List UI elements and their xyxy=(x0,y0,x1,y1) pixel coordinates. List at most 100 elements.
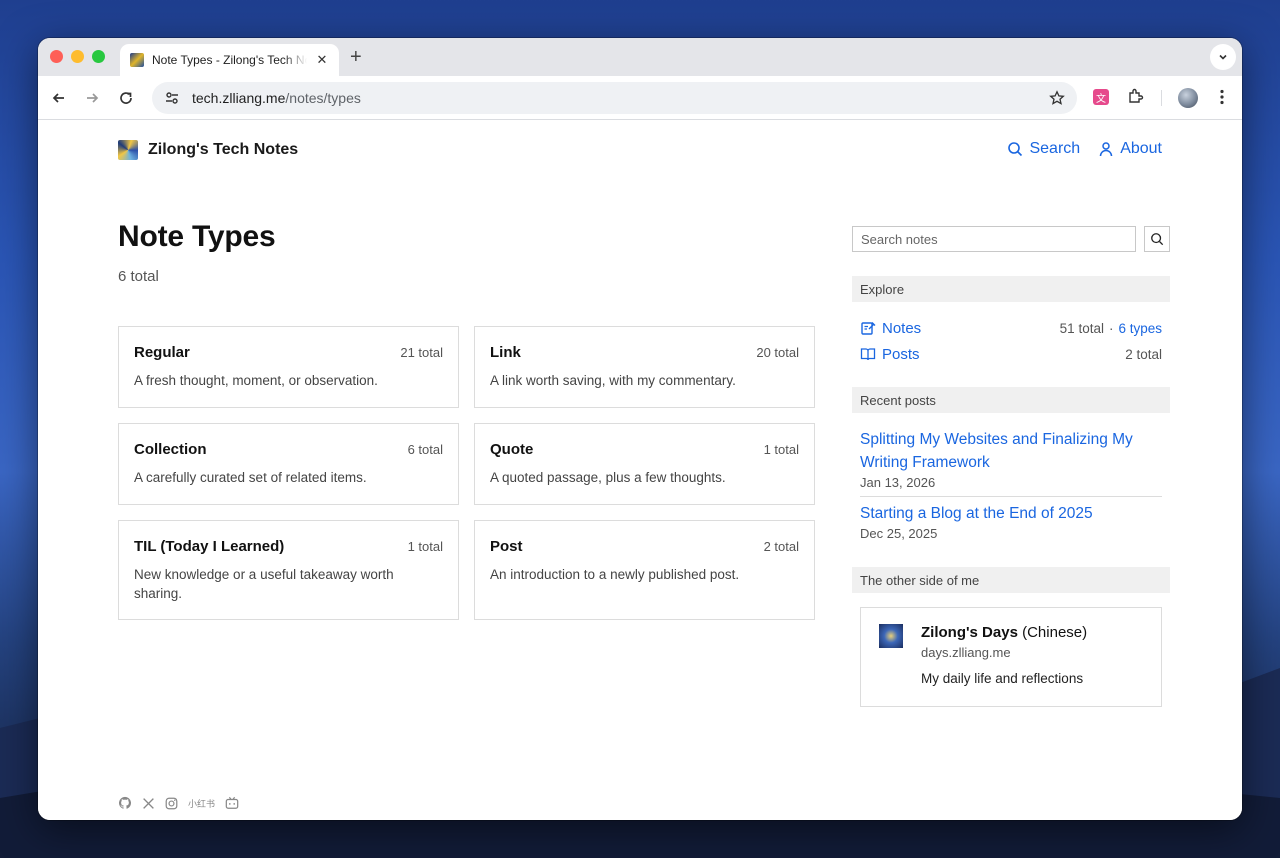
other-site-url: days.zlliang.me xyxy=(921,645,1011,660)
type-name: Regular xyxy=(134,344,190,361)
type-card-collection[interactable]: Collection 6 total A carefully curated se… xyxy=(118,423,459,505)
chevron-down-icon xyxy=(1219,54,1227,60)
main-content: Note Types 6 total Regular 21 total A fre… xyxy=(118,220,815,620)
tab-search-button[interactable] xyxy=(1210,44,1236,70)
search-submit-button[interactable] xyxy=(1144,226,1170,252)
toolbar-separator xyxy=(1161,90,1162,106)
extensions-puzzle-icon[interactable] xyxy=(1127,87,1145,105)
other-site-logo-icon xyxy=(879,624,903,648)
explore-posts-label: Posts xyxy=(882,345,920,363)
footer-social: 小红书 xyxy=(118,796,239,810)
type-card-link[interactable]: Link 20 total A link worth saving, with m… xyxy=(474,326,815,408)
forward-button[interactable] xyxy=(81,87,103,109)
explore-heading: Explore xyxy=(852,276,1170,302)
type-card-quote[interactable]: Quote 1 total A quoted passage, plus a fe… xyxy=(474,423,815,505)
recent-posts-list: Splitting My Websites and Finalizing My … xyxy=(852,413,1170,547)
site-info-icon[interactable] xyxy=(164,90,180,106)
list-item: Starting a Blog at the End of 2025 Dec 2… xyxy=(860,496,1162,547)
recent-post-date: Dec 25, 2025 xyxy=(860,526,938,541)
type-desc: New knowledge or a useful takeaway worth… xyxy=(134,567,394,601)
instagram-icon[interactable] xyxy=(165,797,178,810)
type-name: TIL (Today I Learned) xyxy=(134,538,285,555)
translate-extension-icon[interactable]: 文 xyxy=(1093,89,1109,105)
type-count: 1 total xyxy=(763,442,799,457)
bilibili-icon[interactable] xyxy=(225,796,239,810)
other-site-desc: My daily life and reflections xyxy=(921,671,1084,686)
top-nav: Search About xyxy=(1007,140,1162,158)
page-title: Note Types xyxy=(118,220,276,253)
search-icon xyxy=(1151,233,1164,246)
recent-post-link[interactable]: Starting a Blog at the End of 2025 xyxy=(860,502,1162,525)
type-name: Post xyxy=(490,538,523,555)
tab-close-icon[interactable]: ✕ xyxy=(315,52,329,68)
more-menu-icon[interactable] xyxy=(1212,87,1232,107)
type-count: 21 total xyxy=(400,345,443,360)
type-desc: A fresh thought, moment, or observation. xyxy=(134,373,378,388)
type-card-post[interactable]: Post 2 total An introduction to a newly p… xyxy=(474,520,815,620)
x-icon[interactable] xyxy=(142,797,155,810)
github-icon[interactable] xyxy=(118,796,132,810)
other-site-lang: (Chinese) xyxy=(1022,624,1088,641)
type-count: 2 total xyxy=(763,539,799,554)
notes-count: 51 total xyxy=(1059,320,1104,336)
web-page: Zilong's Tech Notes Search About Note Ty… xyxy=(38,120,1242,820)
book-icon xyxy=(860,348,876,361)
bookmark-star-icon[interactable] xyxy=(1049,90,1065,106)
type-count: 6 total xyxy=(407,442,443,457)
page-subtitle: 6 total xyxy=(118,268,159,285)
notes-types-link[interactable]: 6 types xyxy=(1118,321,1162,336)
explore-notes-label: Notes xyxy=(882,319,922,337)
browser-toolbar: tech.zlliang.me/notes/types 文 xyxy=(38,76,1242,120)
profile-avatar[interactable] xyxy=(1178,88,1198,108)
explore-notes-row: Notes 51 total · 6 types xyxy=(860,315,1162,341)
recent-post-date: Jan 13, 2026 xyxy=(860,475,936,490)
back-button[interactable] xyxy=(48,87,70,109)
sidebar-search xyxy=(852,226,1170,252)
tab-active[interactable]: Note Types - Zilong's Tech Notes ✕ xyxy=(120,44,339,76)
tab-strip: Note Types - Zilong's Tech Notes ✕ + xyxy=(38,38,1242,76)
nav-search-label: Search xyxy=(1029,140,1081,157)
reload-button[interactable] xyxy=(115,87,137,109)
type-name: Link xyxy=(490,344,521,361)
url-path: /notes/types xyxy=(285,90,361,106)
other-site-info: Zilong's Days (Chinese) days.zlliang.me … xyxy=(921,624,1087,690)
close-window-button[interactable] xyxy=(50,50,63,63)
explore-notes-link[interactable]: Notes xyxy=(860,320,921,337)
nav-about-link[interactable]: About xyxy=(1098,140,1162,158)
search-notes-input[interactable] xyxy=(852,226,1136,252)
type-desc: A carefully curated set of related items… xyxy=(134,470,367,485)
search-icon xyxy=(1008,142,1023,157)
site-logo-icon xyxy=(118,140,138,160)
arrow-left-icon xyxy=(52,93,64,103)
type-card-til[interactable]: TIL (Today I Learned) 1 total New knowled… xyxy=(118,520,459,620)
type-card-regular[interactable]: Regular 21 total A fresh thought, moment,… xyxy=(118,326,459,408)
type-desc: A link worth saving, with my commentary. xyxy=(490,373,736,388)
list-item: Splitting My Websites and Finalizing My … xyxy=(860,423,1162,496)
zoom-window-button[interactable] xyxy=(92,50,105,63)
meta-separator: · xyxy=(1108,320,1114,336)
other-site-card[interactable]: Zilong's Days (Chinese) days.zlliang.me … xyxy=(860,607,1162,707)
site-brand[interactable]: Zilong's Tech Notes xyxy=(118,140,298,160)
site-title[interactable]: Zilong's Tech Notes xyxy=(148,141,298,159)
browser-window: Note Types - Zilong's Tech Notes ✕ + tec… xyxy=(38,38,1242,820)
type-desc: A quoted passage, plus a few thoughts. xyxy=(490,470,726,485)
sidebar: Explore Notes 51 total· 6 types Posts 2 t… xyxy=(852,226,1170,707)
type-count: 20 total xyxy=(756,345,799,360)
explore-posts-row: Posts 2 total xyxy=(860,341,1162,367)
recent-posts-heading: Recent posts xyxy=(852,387,1170,413)
new-tab-button[interactable]: + xyxy=(350,47,362,67)
tab-favicon-icon xyxy=(130,53,144,67)
other-site-name: Zilong's Days (Chinese) xyxy=(921,624,1087,641)
explore-posts-link[interactable]: Posts xyxy=(860,346,920,363)
minimize-window-button[interactable] xyxy=(71,50,84,63)
explore-list: Notes 51 total · 6 types Posts 2 total xyxy=(852,302,1170,367)
posts-count: 2 total xyxy=(1125,346,1162,362)
nav-search-link[interactable]: Search xyxy=(1007,140,1080,158)
xiaohongshu-icon[interactable]: 小红书 xyxy=(188,797,215,810)
recent-post-link[interactable]: Splitting My Websites and Finalizing My … xyxy=(860,428,1162,474)
type-desc: An introduction to a newly published pos… xyxy=(490,567,740,582)
url-text: tech.zlliang.me/notes/types xyxy=(192,90,361,106)
address-bar[interactable]: tech.zlliang.me/notes/types xyxy=(152,82,1077,114)
other-side-heading: The other side of me xyxy=(852,567,1170,593)
note-types-grid: Regular 21 total A fresh thought, moment,… xyxy=(118,326,815,620)
